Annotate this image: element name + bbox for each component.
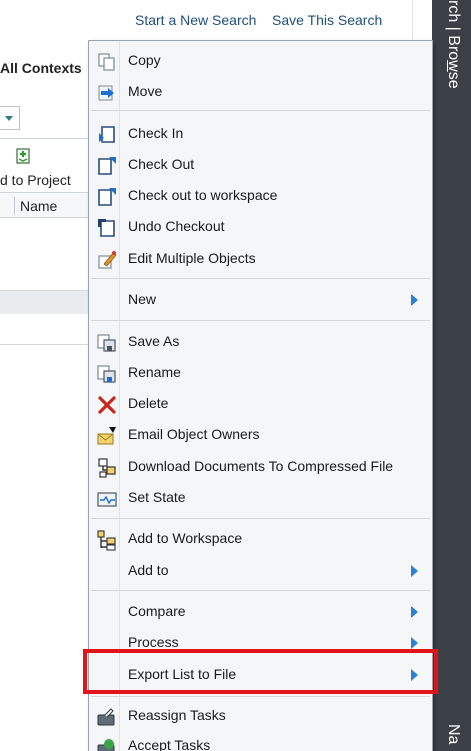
menu-item-accept-tasks[interactable]: Accept Tasks [89, 731, 432, 751]
side-navigation-panel [432, 0, 471, 751]
submenu-arrow-icon [411, 294, 418, 306]
menu-item-new[interactable]: New [89, 285, 432, 315]
table-header: Name [0, 192, 90, 218]
divider [0, 344, 90, 345]
submenu-arrow-icon [411, 637, 418, 649]
set-state-icon [97, 492, 117, 507]
move-icon [98, 85, 114, 101]
check-in-icon [99, 126, 115, 143]
rename-icon [97, 365, 116, 383]
menu-separator [91, 590, 430, 591]
menu-item-undo-checkout[interactable]: Undo Checkout [89, 212, 432, 242]
menu-separator [91, 278, 430, 279]
menu-item-check-out[interactable]: Check Out [89, 150, 432, 180]
table-footer-bar [0, 290, 90, 314]
name-column-header[interactable]: Name [20, 198, 57, 214]
accept-tasks-icon [97, 739, 115, 751]
menu-separator [91, 110, 430, 111]
menu-item-process[interactable]: Process [89, 628, 432, 658]
download-icon [98, 458, 116, 478]
add-to-project-icon [16, 148, 30, 164]
check-out-icon [98, 157, 116, 175]
copy-icon [98, 53, 115, 71]
access-key-underline: w [445, 60, 462, 72]
delete-icon [98, 396, 116, 414]
context-menu: Copy Move Check In Check Out Check out t… [88, 40, 433, 751]
context-label: All Contexts [0, 60, 82, 76]
menu-item-check-out-workspace[interactable]: Check out to workspace [89, 181, 432, 211]
menu-item-rename[interactable]: Rename [89, 358, 432, 388]
reassign-tasks-icon [97, 708, 115, 726]
add-to-project-button[interactable]: d to Project [0, 143, 90, 188]
column-divider [14, 197, 15, 215]
submenu-arrow-icon [411, 606, 418, 618]
submenu-arrow-icon [411, 565, 418, 577]
edit-multiple-icon [98, 251, 117, 269]
navigator-tab[interactable]: Na [444, 724, 462, 744]
save-search-link[interactable]: Save This Search [272, 12, 382, 28]
menu-separator [91, 320, 430, 321]
menu-item-edit-multiple-objects[interactable]: Edit Multiple Objects [89, 244, 432, 274]
menu-item-check-in[interactable]: Check In [89, 119, 432, 149]
submenu-arrow-icon [411, 669, 418, 681]
search-browse-tab[interactable]: rch | Browse [444, 0, 462, 89]
add-workspace-icon [97, 530, 116, 551]
check-out-workspace-icon [98, 188, 116, 206]
menu-item-move[interactable]: Move [89, 77, 432, 107]
menu-item-compare[interactable]: Compare [89, 597, 432, 627]
toolbar: d to Project [0, 138, 90, 190]
start-new-search-link[interactable]: Start a New Search [135, 12, 256, 28]
menu-item-download-compressed[interactable]: Download Documents To Compressed File [89, 452, 432, 482]
undo-checkout-icon [98, 219, 115, 237]
menu-item-reassign-tasks[interactable]: Reassign Tasks [89, 701, 432, 731]
menu-separator [91, 518, 430, 519]
menu-item-add-to[interactable]: Add to [89, 556, 432, 586]
menu-item-email-object-owners[interactable]: Email Object Owners [89, 420, 432, 450]
menu-item-set-state[interactable]: Set State [89, 483, 432, 513]
email-icon [97, 427, 116, 445]
menu-item-save-as[interactable]: Save As [89, 327, 432, 357]
context-dropdown[interactable] [0, 106, 20, 130]
menu-item-add-to-workspace[interactable]: Add to Workspace [89, 524, 432, 554]
menu-separator [91, 696, 430, 697]
save-as-icon [97, 334, 116, 352]
menu-item-copy[interactable]: Copy [89, 46, 432, 76]
menu-item-delete[interactable]: Delete [89, 389, 432, 419]
chevron-down-icon [5, 116, 13, 121]
menu-item-export-list-to-file[interactable]: Export List to File [89, 660, 432, 690]
